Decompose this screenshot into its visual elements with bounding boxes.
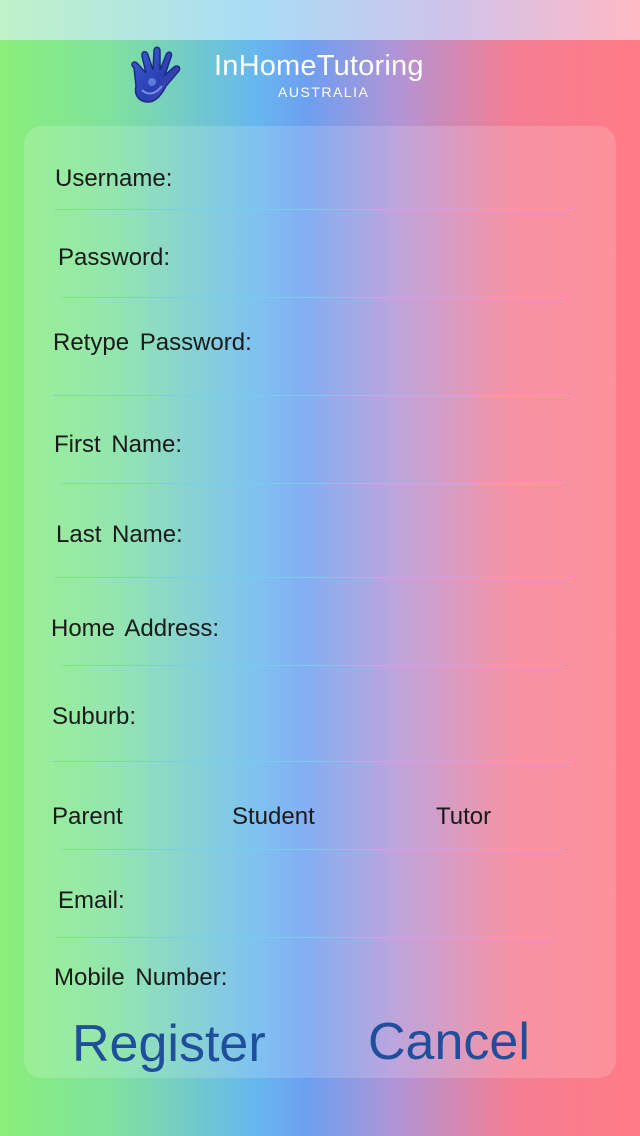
register-button[interactable]: Register	[72, 1014, 266, 1074]
password-field[interactable]: Password:	[58, 244, 170, 272]
hand-logo-icon	[124, 46, 188, 110]
suburb-divider	[53, 761, 572, 762]
first-name-divider	[62, 483, 562, 484]
suburb-field[interactable]: Suburb:	[52, 703, 136, 731]
first-name-field[interactable]: First Name:	[54, 431, 182, 459]
email-divider	[56, 937, 553, 938]
retype-password-divider	[53, 395, 572, 396]
status-bar	[0, 0, 640, 40]
cancel-button[interactable]: Cancel	[368, 1012, 530, 1072]
last-name-divider	[55, 577, 572, 578]
mobile-number-field[interactable]: Mobile Number:	[54, 964, 227, 992]
home-address-field[interactable]: Home Address:	[51, 615, 219, 643]
username-field[interactable]: Username:	[55, 165, 172, 193]
brand-title: InHomeTutoring	[214, 50, 424, 82]
brand-subtitle: AUSTRALIA	[278, 84, 370, 100]
role-option-tutor[interactable]: Tutor	[436, 803, 491, 831]
role-option-parent[interactable]: Parent	[52, 803, 123, 831]
app-header: InHomeTutoring AUSTRALIA	[0, 40, 640, 120]
last-name-field[interactable]: Last Name:	[56, 521, 183, 549]
username-divider	[55, 209, 573, 210]
email-field[interactable]: Email:	[58, 887, 125, 915]
password-divider	[62, 297, 564, 298]
home-address-divider	[62, 665, 562, 666]
roles-divider	[62, 849, 562, 850]
role-option-student[interactable]: Student	[232, 803, 315, 831]
retype-password-field[interactable]: Retype Password:	[53, 329, 252, 357]
